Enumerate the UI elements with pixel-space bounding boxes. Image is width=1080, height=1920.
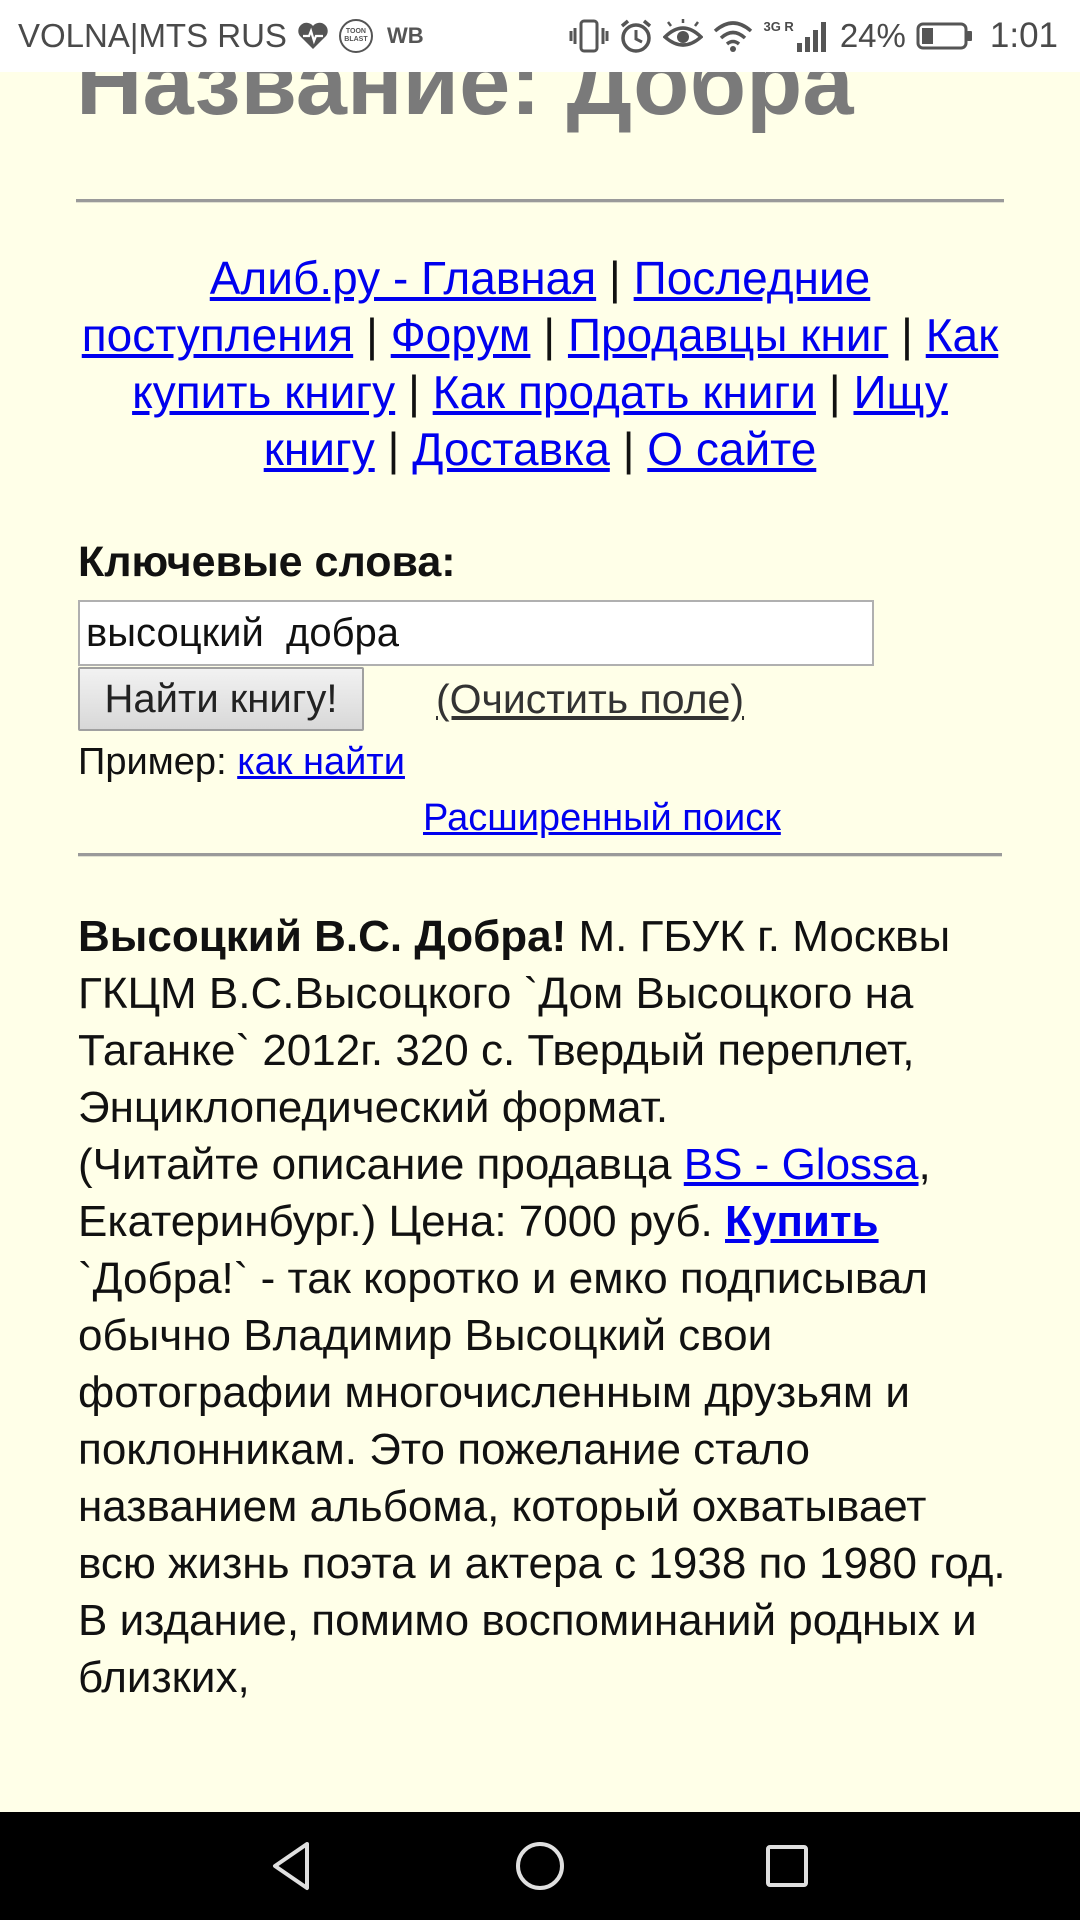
nav-separator: | xyxy=(901,309,913,361)
health-heart-icon xyxy=(297,21,329,51)
buy-link[interactable]: Купить xyxy=(725,1197,879,1246)
search-button-row: Найти книгу! (Очистить поле) xyxy=(78,666,1018,732)
keywords-label: Ключевые слова: xyxy=(78,538,456,586)
find-book-button[interactable]: Найти книгу! xyxy=(78,667,364,731)
eye-comfort-icon xyxy=(663,19,704,53)
wb-icon: WB xyxy=(386,23,424,48)
status-bar: VOLNA|MTS RUS TOON BLAST WB 3G R 24% 1:0… xyxy=(0,0,1080,72)
nav-link-forum[interactable]: Форум xyxy=(391,309,531,361)
keywords-input[interactable] xyxy=(78,600,874,666)
signal-icon xyxy=(796,19,830,53)
alarm-clock-icon xyxy=(619,18,653,54)
result-title: Высоцкий В.С. Добра! xyxy=(78,912,567,961)
nav-separator: | xyxy=(622,423,635,475)
divider xyxy=(78,853,1002,856)
nav-link-about[interactable]: О сайте xyxy=(647,423,816,475)
system-navigation-bar xyxy=(0,1812,1080,1920)
seller-link[interactable]: BS - Glossa xyxy=(684,1140,919,1189)
advanced-search-row: Расширенный поиск xyxy=(78,790,1018,846)
home-icon[interactable] xyxy=(500,1826,580,1906)
nav-link-delivery[interactable]: Доставка xyxy=(412,423,610,475)
example-prefix: Пример: xyxy=(78,741,238,783)
nav-link-sellers[interactable]: Продавцы книг xyxy=(568,309,888,361)
battery-percent: 24% xyxy=(839,17,906,54)
battery-icon xyxy=(916,21,974,51)
nav-separator: | xyxy=(608,252,621,304)
how-to-find-link[interactable]: как найти xyxy=(237,741,405,783)
divider xyxy=(76,199,1004,202)
nav-link-how-to-sell[interactable]: Как продать книги xyxy=(433,366,816,418)
clear-field-link[interactable]: (Очистить поле) xyxy=(436,676,744,723)
nav-separator: | xyxy=(543,309,556,361)
wifi-icon xyxy=(713,19,753,53)
recent-apps-icon[interactable] xyxy=(747,1826,827,1906)
seller-prefix: (Читайте описание продавца xyxy=(78,1140,684,1189)
carrier-name: VOLNA|MTS RUS xyxy=(18,17,287,54)
search-result-item: Высоцкий В.С. Добра! М. ГБУК г. Москвы Г… xyxy=(78,908,1008,1706)
result-description: `Добра!` - так коротко и емко подписывал… xyxy=(78,1254,1006,1702)
status-left: VOLNA|MTS RUS TOON BLAST WB xyxy=(18,17,424,55)
example-row: Пример: как найти xyxy=(78,734,1018,790)
site-navigation: Алиб.ру - Главная | Последние поступлени… xyxy=(80,250,1000,478)
nav-separator: | xyxy=(387,423,400,475)
status-right: 3G R 24% 1:01 xyxy=(569,16,1058,56)
nav-separator: | xyxy=(407,366,420,418)
vibrate-icon xyxy=(569,18,609,54)
toon-blast-icon: TOON BLAST xyxy=(338,19,373,53)
network-type-label: 3G R xyxy=(763,18,794,34)
clock: 1:01 xyxy=(989,16,1058,55)
nav-link-home[interactable]: Алиб.ру - Главная xyxy=(210,252,596,304)
search-form: Ключевые слова: Найти книгу! (Очистить п… xyxy=(78,532,1018,846)
nav-separator: | xyxy=(365,309,378,361)
advanced-search-link[interactable]: Расширенный поиск xyxy=(423,797,781,839)
nav-separator: | xyxy=(828,366,841,418)
back-icon[interactable] xyxy=(253,1826,333,1906)
